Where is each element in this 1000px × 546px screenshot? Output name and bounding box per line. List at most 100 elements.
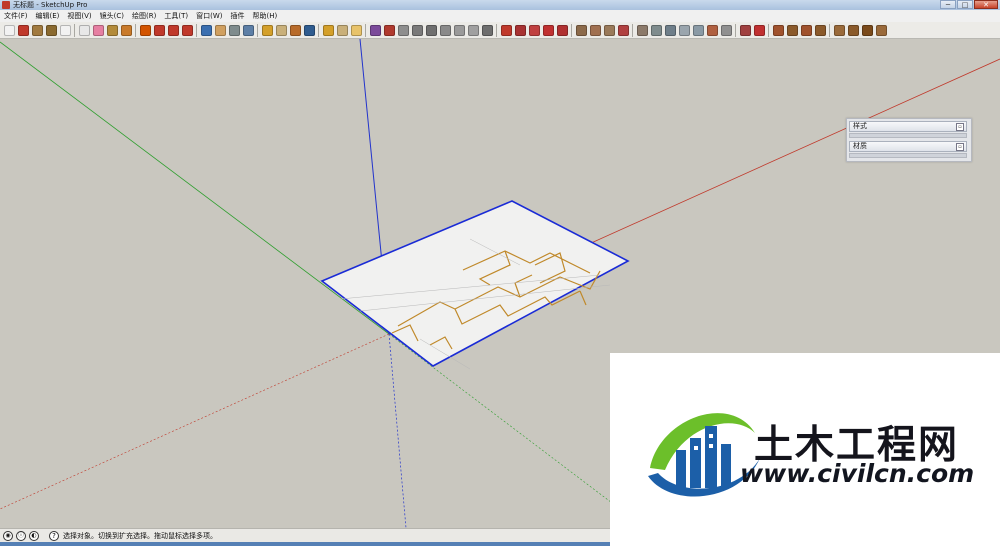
menu-help[interactable]: 帮助(H) bbox=[248, 10, 281, 22]
perspective-icon[interactable] bbox=[847, 24, 859, 36]
maximize-button[interactable]: □ bbox=[957, 0, 973, 9]
offset-icon[interactable] bbox=[181, 24, 193, 36]
tray-toggle-icon[interactable]: ▫ bbox=[956, 123, 964, 131]
make-component-icon[interactable] bbox=[78, 24, 90, 36]
iso-view-icon[interactable] bbox=[739, 24, 751, 36]
menu-edit[interactable]: 编辑(E) bbox=[32, 10, 64, 22]
zoom-icon[interactable] bbox=[228, 24, 240, 36]
followme-icon[interactable] bbox=[369, 24, 381, 36]
google-earth-icon[interactable] bbox=[303, 24, 315, 36]
window-title: 无标题 - SketchUp Pro bbox=[13, 1, 88, 9]
trim-icon[interactable] bbox=[425, 24, 437, 36]
stamp-icon[interactable] bbox=[617, 24, 629, 36]
back-view-icon[interactable] bbox=[800, 24, 812, 36]
push-pull-icon[interactable] bbox=[139, 24, 151, 36]
main-toolbar bbox=[0, 22, 1000, 39]
get-models-icon[interactable] bbox=[289, 24, 301, 36]
orbit-icon[interactable] bbox=[200, 24, 212, 36]
right-view-icon[interactable] bbox=[786, 24, 798, 36]
group-icon[interactable] bbox=[336, 24, 348, 36]
menu-window[interactable]: 窗口(W) bbox=[192, 10, 226, 22]
toolbar-separator bbox=[768, 23, 769, 37]
pencil-icon[interactable] bbox=[17, 24, 29, 36]
arc-icon[interactable] bbox=[59, 24, 71, 36]
left-view-icon[interactable] bbox=[814, 24, 826, 36]
rectangle-icon[interactable] bbox=[31, 24, 43, 36]
text-icon[interactable] bbox=[528, 24, 540, 36]
geo-location-icon[interactable]: ◉ bbox=[3, 531, 13, 541]
eraser-icon[interactable] bbox=[92, 24, 104, 36]
bottom-view-icon[interactable] bbox=[833, 24, 845, 36]
intersect-icon[interactable] bbox=[383, 24, 395, 36]
tray-header-styles[interactable]: 样式 ▫ bbox=[849, 121, 967, 132]
component-share-icon[interactable] bbox=[275, 24, 287, 36]
tray-panel-materials[interactable]: 材质 ▫ bbox=[849, 141, 967, 158]
toolbar-separator bbox=[135, 23, 136, 37]
sketchup-logo-icon bbox=[2, 1, 10, 9]
top-view-icon[interactable] bbox=[753, 24, 765, 36]
monochrome-icon[interactable] bbox=[720, 24, 732, 36]
rotate-icon[interactable] bbox=[167, 24, 179, 36]
circle-icon[interactable] bbox=[45, 24, 57, 36]
wireframe-icon[interactable] bbox=[664, 24, 676, 36]
3d-text-icon[interactable] bbox=[556, 24, 568, 36]
toolbar-separator bbox=[365, 23, 366, 37]
menu-view[interactable]: 视图(V) bbox=[63, 10, 95, 22]
minimize-button[interactable]: ─ bbox=[940, 0, 956, 9]
solid-tools-icon[interactable] bbox=[397, 24, 409, 36]
tray-label-materials: 材质 bbox=[853, 142, 867, 150]
menu-tools[interactable]: 工具(T) bbox=[160, 10, 192, 22]
pan-icon[interactable] bbox=[214, 24, 226, 36]
default-tray: 样式 ▫ 材质 ▫ bbox=[846, 118, 972, 162]
help-icon[interactable]: ? bbox=[49, 531, 59, 541]
paint-icon[interactable] bbox=[322, 24, 334, 36]
sandbox-contours-icon[interactable] bbox=[575, 24, 587, 36]
menu-draw[interactable]: 绘图(R) bbox=[128, 10, 160, 22]
close-button[interactable]: ✕ bbox=[974, 0, 998, 9]
toolbar-separator bbox=[318, 23, 319, 37]
3d-warehouse-icon[interactable] bbox=[261, 24, 273, 36]
tape-measure-icon[interactable] bbox=[106, 24, 118, 36]
outer-shell-icon[interactable] bbox=[411, 24, 423, 36]
section-plane-icon[interactable] bbox=[350, 24, 362, 36]
back-edges-icon[interactable] bbox=[650, 24, 662, 36]
two-point-icon[interactable] bbox=[861, 24, 873, 36]
menu-plugins[interactable]: 插件 bbox=[226, 10, 248, 22]
dimension-icon[interactable] bbox=[500, 24, 512, 36]
shaded-texture-icon[interactable] bbox=[706, 24, 718, 36]
select-icon[interactable] bbox=[3, 24, 15, 36]
imported-floor-plan-image[interactable] bbox=[320, 200, 630, 367]
stairs-icon[interactable] bbox=[481, 24, 493, 36]
toolbar-separator bbox=[735, 23, 736, 37]
tray-header-materials[interactable]: 材质 ▫ bbox=[849, 141, 967, 152]
zoom-extents-icon[interactable] bbox=[242, 24, 254, 36]
paint-bucket-icon[interactable] bbox=[120, 24, 132, 36]
subtract-icon[interactable] bbox=[467, 24, 479, 36]
status-text: 选择对象。切换到扩充选择。拖动鼠标选择多项。 bbox=[63, 532, 217, 540]
tray-toggle-icon[interactable]: ▫ bbox=[956, 143, 964, 151]
front-view-icon[interactable] bbox=[772, 24, 784, 36]
tray-panel-styles[interactable]: 样式 ▫ bbox=[849, 121, 967, 138]
walk-icon[interactable] bbox=[875, 24, 887, 36]
menu-camera[interactable]: 镜头(C) bbox=[96, 10, 128, 22]
title-bar: 无标题 - SketchUp Pro ─ □ ✕ bbox=[0, 0, 1000, 10]
menu-file[interactable]: 文件(F) bbox=[0, 10, 32, 22]
toolbar-separator bbox=[74, 23, 75, 37]
x-ray-icon[interactable] bbox=[636, 24, 648, 36]
tray-slot bbox=[849, 153, 967, 158]
credits-icon[interactable]: ⓘ bbox=[16, 531, 26, 541]
toolbar-separator bbox=[571, 23, 572, 37]
split-icon[interactable] bbox=[439, 24, 451, 36]
sandbox-scratch-icon[interactable] bbox=[589, 24, 601, 36]
user-icon[interactable]: ◐ bbox=[29, 531, 39, 541]
shaded-icon[interactable] bbox=[692, 24, 704, 36]
protractor-icon[interactable] bbox=[514, 24, 526, 36]
hidden-line-icon[interactable] bbox=[678, 24, 690, 36]
axes-icon[interactable] bbox=[542, 24, 554, 36]
tray-slot bbox=[849, 133, 967, 138]
smoove-icon[interactable] bbox=[603, 24, 615, 36]
toolbar-separator bbox=[196, 23, 197, 37]
watermark-url: www.civilcn.com bbox=[740, 459, 975, 488]
union-icon[interactable] bbox=[453, 24, 465, 36]
move-icon[interactable] bbox=[153, 24, 165, 36]
